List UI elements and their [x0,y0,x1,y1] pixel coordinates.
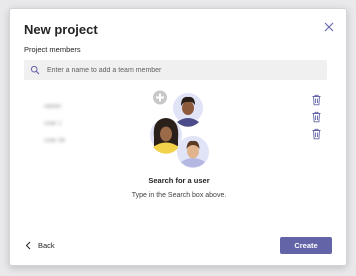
back-button[interactable]: Back [25,241,55,250]
dialog-title: New project [24,22,98,37]
empty-state-title: Search for a user [148,176,210,185]
chevron-left-icon [25,241,31,250]
member-row: Admin [44,95,61,110]
member-row: User 2 [44,112,62,127]
trash-icon[interactable] [311,128,322,140]
people-illustration [150,90,209,168]
project-members-label: Project members [24,45,81,54]
member-row: User 99 [44,129,65,144]
back-label: Back [38,241,55,250]
avatar-man-top [173,93,203,127]
avatar-woman [150,118,182,154]
close-icon[interactable] [323,21,335,33]
member-search-input[interactable] [47,66,317,74]
trash-icon[interactable] [311,111,322,123]
avatar-man-bottom [177,136,209,168]
trash-icon[interactable] [311,94,322,106]
member-search-box[interactable] [24,60,327,80]
empty-state-description: Type in the Search box above. [131,192,227,199]
add-person-icon [153,90,167,105]
new-project-dialog: New project Project members Admin User 2… [9,8,347,266]
create-button[interactable]: Create [280,237,332,254]
member-name: User 99 [44,138,66,144]
search-icon [30,65,40,75]
